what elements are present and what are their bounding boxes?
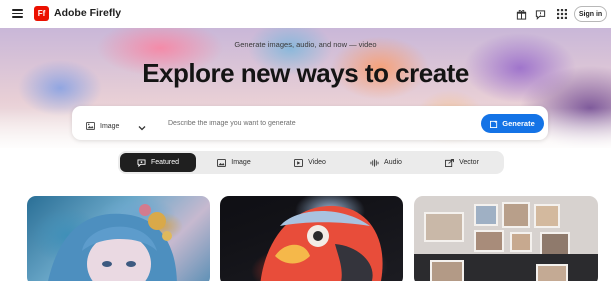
- featured-icon: [137, 158, 146, 167]
- sign-in-button[interactable]: Sign in: [574, 6, 607, 22]
- prompt-bar: Image Generate: [72, 106, 548, 140]
- top-bar: Ff Adobe Firefly Sign in: [0, 0, 611, 28]
- chat-icon[interactable]: [533, 7, 547, 21]
- chevron-down-icon[interactable]: [138, 118, 146, 136]
- image-icon: [217, 158, 227, 167]
- tab-vector[interactable]: Vector: [424, 153, 500, 172]
- tab-label: Video: [308, 159, 326, 166]
- moodboard-photo: [540, 232, 570, 256]
- tab-image[interactable]: Image: [196, 153, 272, 172]
- apps-grid-icon[interactable]: [555, 7, 569, 21]
- generate-button[interactable]: Generate: [481, 114, 544, 133]
- tab-label: Audio: [384, 159, 402, 166]
- menu-icon[interactable]: [12, 9, 23, 18]
- tab-audio[interactable]: Audio: [348, 153, 424, 172]
- video-icon: [294, 158, 304, 167]
- tab-video[interactable]: Video: [272, 153, 348, 172]
- prompt-input[interactable]: [168, 115, 448, 131]
- audio-icon: [370, 158, 379, 167]
- content-type-selector[interactable]: Image: [86, 117, 119, 135]
- moodboard-photo: [474, 230, 504, 252]
- tab-label: Featured: [150, 159, 180, 166]
- tab-label: Image: [231, 159, 251, 166]
- moodboard-photo: [430, 260, 464, 281]
- moodboard-photo: [502, 202, 530, 228]
- logo-text: Ff: [37, 9, 46, 18]
- moodboard-photo: [536, 264, 568, 281]
- featured-card-portrait[interactable]: [27, 196, 210, 281]
- adobe-firefly-logo[interactable]: Ff: [34, 6, 49, 21]
- tab-label: Vector: [459, 159, 479, 166]
- generate-icon: [490, 119, 498, 128]
- portrait-image: [48, 204, 177, 281]
- parrot-image: [260, 205, 383, 281]
- category-tabs: Featured Image Video Audio Vector: [118, 151, 504, 174]
- featured-card-parrot[interactable]: [220, 196, 403, 281]
- featured-card-moodboard[interactable]: [414, 196, 598, 281]
- content-type-label: Image: [100, 122, 120, 130]
- generate-label: Generate: [502, 119, 535, 128]
- tab-featured[interactable]: Featured: [120, 153, 196, 172]
- hero-title: Explore new ways to create: [142, 58, 469, 88]
- brand-name[interactable]: Adobe Firefly: [54, 7, 121, 19]
- moodboard-photo: [474, 204, 498, 226]
- hero-subtitle: Generate images, audio, and now — video: [234, 40, 377, 49]
- image-type-icon: [86, 117, 95, 135]
- gift-icon[interactable]: [514, 7, 528, 21]
- moodboard-photo: [424, 212, 464, 242]
- moodboard-photo: [510, 232, 532, 252]
- vector-icon: [445, 158, 455, 167]
- moodboard-photo: [534, 204, 560, 228]
